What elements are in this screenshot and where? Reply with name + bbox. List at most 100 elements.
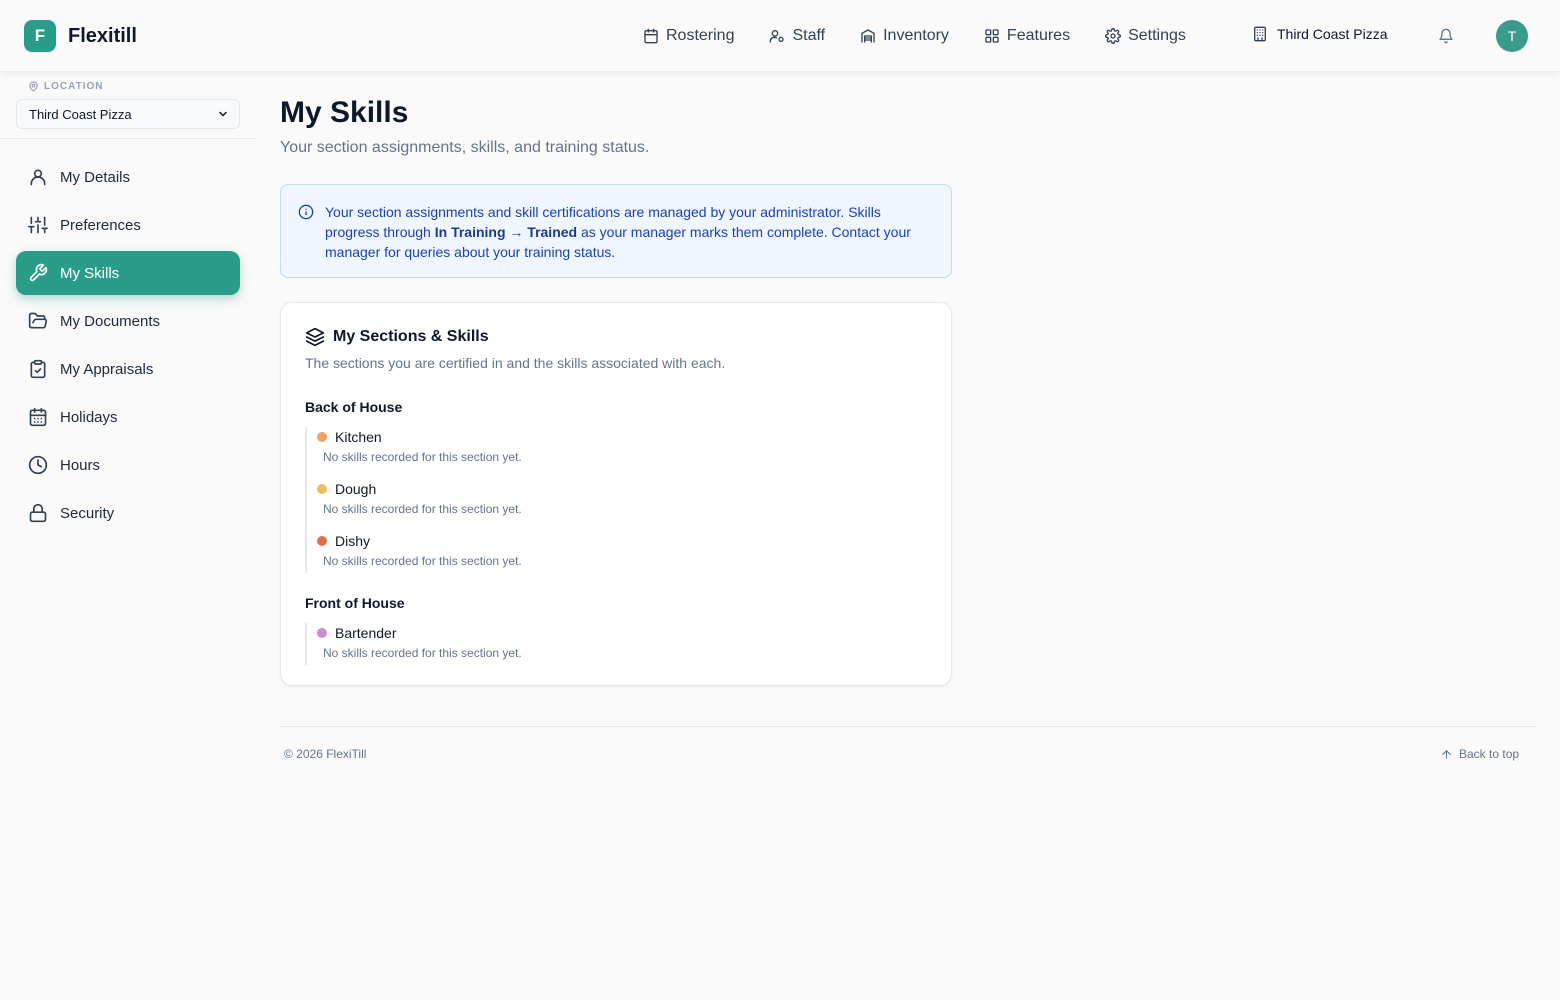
nav-label: Features <box>1006 27 1071 44</box>
info-arrow: → <box>505 224 528 240</box>
back-to-top-label: Back to top <box>1459 747 1520 761</box>
back-to-top-link[interactable]: Back to top <box>1440 747 1519 761</box>
group-title: Front of House <box>305 595 405 611</box>
nav-staff[interactable]: Staff <box>769 24 825 48</box>
location-label: LOCATION <box>28 81 103 92</box>
bell-icon <box>1439 28 1453 44</box>
section-name: Dough <box>317 479 522 499</box>
section-name: Dishy <box>317 531 522 551</box>
sidebar-item-my-skills[interactable]: My Skills <box>16 251 240 295</box>
sidebar-item-security[interactable]: Security <box>16 491 240 535</box>
wrench-icon <box>29 263 48 282</box>
sidebar-item-label: My Documents <box>60 312 161 330</box>
lock-icon <box>29 503 47 523</box>
calendar-days-icon <box>29 407 47 427</box>
sidebar-item-my-appraisals[interactable]: My Appraisals <box>16 347 240 391</box>
grid-icon <box>985 29 999 43</box>
user-icon <box>30 169 46 186</box>
sliders-icon <box>28 216 48 234</box>
section-color-dot <box>317 628 327 638</box>
chevron-down-icon <box>219 111 227 117</box>
clock-icon <box>28 455 48 475</box>
brand-name: Flexitill <box>68 24 137 47</box>
section-label: Bartender <box>335 625 397 641</box>
user-cog-icon <box>770 30 785 43</box>
group-front-of-house: Front of House Bartender No skills recor… <box>305 595 522 665</box>
sidebar-menu: My Details Preferences My Skills My Docu… <box>16 155 240 539</box>
sidebar-item-label: Preferences <box>60 216 141 234</box>
nav-label: Settings <box>1128 27 1186 44</box>
location-select[interactable]: Third Coast Pizza <box>16 99 240 129</box>
brand[interactable]: F Flexitill <box>24 20 137 52</box>
location-name: Third Coast Pizza <box>1277 26 1388 42</box>
sidebar-divider <box>0 138 256 139</box>
section-list: Kitchen No skills recorded for this sect… <box>305 427 522 573</box>
section-item: Bartender No skills recorded for this se… <box>317 623 522 665</box>
info-icon <box>298 204 314 220</box>
nav-features[interactable]: Features <box>984 24 1070 48</box>
section-name: Kitchen <box>317 427 522 447</box>
nav-label: Inventory <box>883 27 949 44</box>
section-label: Dishy <box>335 533 371 549</box>
sidebar-item-label: Holidays <box>60 408 118 426</box>
footer-divider <box>280 726 1536 727</box>
page-title: My Skills <box>280 96 409 129</box>
nav-rostering[interactable]: Rostering <box>643 24 734 48</box>
card-description: The sections you are certified in and th… <box>305 355 726 371</box>
folder-icon <box>28 312 48 329</box>
info-text: Your section assignments and skill certi… <box>325 202 933 262</box>
nav-inventory[interactable]: Inventory <box>860 24 949 48</box>
sidebar-item-label: My Skills <box>60 264 120 282</box>
page-subtitle: Your section assignments, skills, and tr… <box>280 139 650 156</box>
section-color-dot <box>317 432 327 442</box>
nav-settings[interactable]: Settings <box>1105 24 1186 48</box>
location-select-value: Third Coast Pizza <box>29 106 132 122</box>
section-empty-message: No skills recorded for this section yet. <box>323 450 522 464</box>
gear-icon <box>1105 28 1121 44</box>
section-label: Kitchen <box>335 429 382 445</box>
nav-label: Staff <box>792 27 826 44</box>
section-item: Dishy No skills recorded for this sectio… <box>317 531 522 573</box>
location-switcher[interactable]: Third Coast Pizza <box>1252 26 1387 42</box>
calendar-icon <box>644 28 658 44</box>
section-empty-message: No skills recorded for this section yet. <box>323 502 522 516</box>
location-label-text: LOCATION <box>44 81 104 92</box>
section-list: Bartender No skills recorded for this se… <box>305 623 522 665</box>
sidebar-item-holidays[interactable]: Holidays <box>16 395 240 439</box>
section-item: Dough No skills recorded for this sectio… <box>317 479 522 531</box>
user-avatar[interactable]: T <box>1496 20 1528 52</box>
sidebar-item-preferences[interactable]: Preferences <box>16 203 240 247</box>
section-color-dot <box>317 484 327 494</box>
footer-copyright: © 2026 FlexiTill <box>284 747 367 761</box>
sidebar-item-hours[interactable]: Hours <box>16 443 240 487</box>
group-title: Back of House <box>305 399 403 415</box>
card-title: My Sections & Skills <box>333 328 489 345</box>
building-icon <box>1254 26 1266 42</box>
nav-label: Rostering <box>666 27 735 44</box>
sections-skills-card: My Sections & Skills The sections you ar… <box>280 302 952 686</box>
sidebar-item-my-details[interactable]: My Details <box>16 155 240 199</box>
sidebar: LOCATION Third Coast Pizza My Details Pr… <box>0 72 256 1000</box>
notifications-button[interactable] <box>1438 28 1454 44</box>
sidebar-item-label: Hours <box>60 456 101 474</box>
card-header: My Sections & Skills <box>305 327 489 347</box>
section-label: Dough <box>335 481 377 497</box>
brand-logo: F <box>24 20 56 52</box>
section-item: Kitchen No skills recorded for this sect… <box>317 427 522 479</box>
info-bold-trained: Trained <box>527 224 578 240</box>
sidebar-item-my-documents[interactable]: My Documents <box>16 299 240 343</box>
map-pin-icon <box>29 81 38 92</box>
info-bold-in-training: In Training <box>434 224 506 240</box>
arrow-up-icon <box>1442 749 1451 759</box>
main-nav: Rostering Staff Inventory Features Setti… <box>643 24 1221 48</box>
info-alert: Your section assignments and skill certi… <box>280 184 952 278</box>
section-empty-message: No skills recorded for this section yet. <box>323 646 522 660</box>
section-empty-message: No skills recorded for this section yet. <box>323 554 522 568</box>
sidebar-item-label: My Details <box>60 168 131 186</box>
layers-icon <box>305 327 325 347</box>
group-back-of-house: Back of House Kitchen No skills recorded… <box>305 399 522 573</box>
warehouse-icon <box>861 29 875 43</box>
top-navbar: F Flexitill Rostering Staff Inventory Fe… <box>0 0 1560 72</box>
section-color-dot <box>317 536 327 546</box>
section-name: Bartender <box>317 623 522 643</box>
